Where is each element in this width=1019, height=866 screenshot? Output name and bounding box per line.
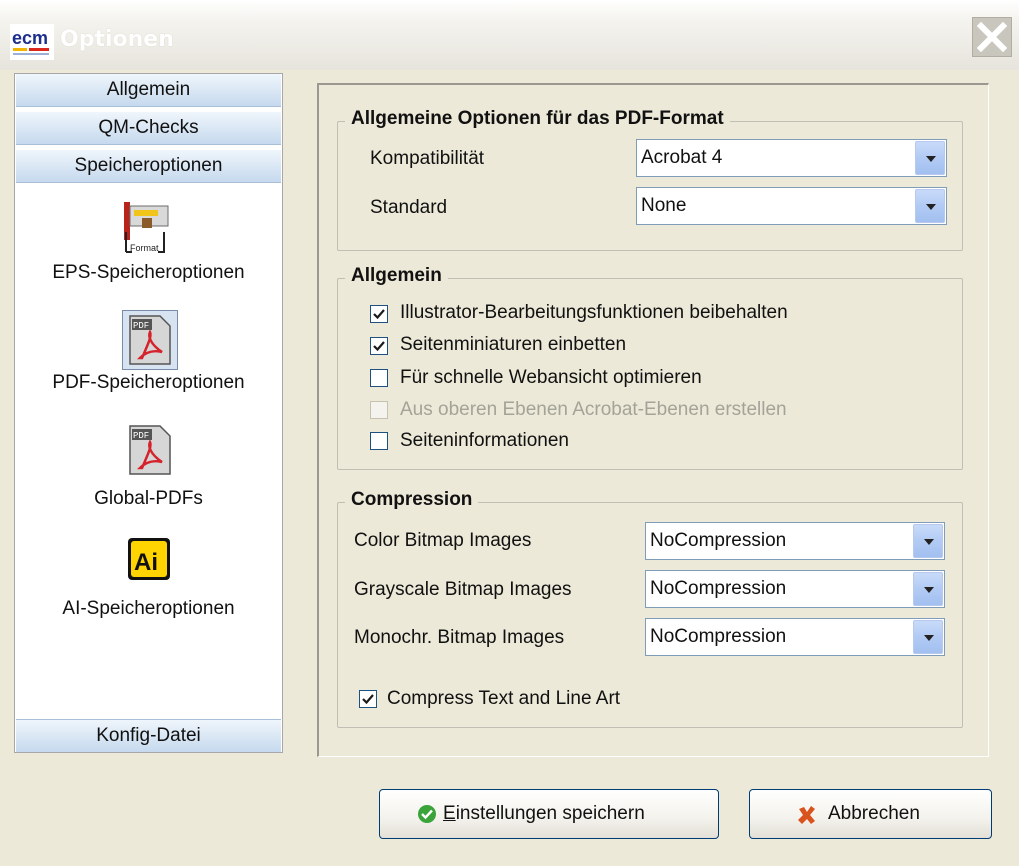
svg-text:Ai: Ai	[134, 549, 158, 576]
save-settings-button[interactable]: Einstellungen speichern	[379, 789, 719, 839]
standard-dropdown[interactable]: None	[636, 187, 947, 225]
save-settings-label: Einstellungen speichern	[443, 803, 645, 824]
standard-label: Standard	[370, 197, 448, 218]
dropdown-arrow[interactable]	[915, 189, 945, 223]
nav-tab-konfig-datei[interactable]: Konfig-Datei	[16, 719, 281, 752]
standard-value: None	[641, 195, 687, 216]
dropdown-arrow[interactable]	[915, 141, 945, 175]
color-bitmap-value: NoCompression	[650, 530, 787, 551]
page-info-checkbox[interactable]	[370, 432, 388, 450]
grayscale-bitmap-value: NoCompression	[650, 578, 787, 599]
svg-text:Format: Format	[130, 243, 159, 253]
checkbox-label: Für schnelle Webansicht optimieren	[400, 367, 702, 388]
checkmark-icon	[373, 309, 385, 320]
options-panel: Allgemeine Optionen für das PDF-Format K…	[317, 83, 989, 757]
cancel-x-icon	[798, 806, 815, 824]
compatibility-value: Acrobat 4	[641, 147, 723, 168]
svg-text:PDF: PDF	[133, 321, 149, 331]
chevron-down-icon	[924, 635, 934, 641]
cancel-button[interactable]: Abbrechen	[749, 789, 992, 839]
group-legend-compression: Compression	[345, 489, 479, 511]
checkbox-label: Seitenminiaturen einbetten	[400, 334, 627, 355]
eps-format-icon: Format	[124, 202, 169, 253]
dropdown-arrow[interactable]	[913, 620, 943, 654]
chevron-down-icon	[924, 587, 934, 593]
monochrome-bitmap-value: NoCompression	[650, 626, 787, 647]
nav-tab-allgemein[interactable]: Allgemein	[16, 74, 281, 107]
options-dialog: ecm Optionen Allgemein QM-Checks Speiche…	[0, 0, 1019, 866]
checkbox-label: Aus oberen Ebenen Acrobat-Ebenen erstell…	[400, 399, 787, 420]
options-navigation: Allgemein QM-Checks Speicheroptionen For…	[14, 73, 283, 753]
checkmark-icon	[362, 694, 374, 705]
color-bitmap-dropdown[interactable]: NoCompression	[645, 522, 945, 560]
illustrator-editing-checkbox[interactable]	[370, 305, 388, 323]
checkmark-icon	[373, 341, 385, 352]
compatibility-label: Kompatibilität	[370, 148, 485, 169]
nav-item-label: Global-PDFs	[94, 488, 203, 509]
group-legend-pdf-format: Allgemeine Optionen für das PDF-Format	[345, 108, 730, 130]
svg-text:PDF: PDF	[133, 431, 149, 441]
color-bitmap-label: Color Bitmap Images	[354, 530, 532, 551]
close-icon	[977, 22, 1007, 52]
monochrome-bitmap-dropdown[interactable]: NoCompression	[645, 618, 945, 656]
nav-item-label: PDF-Speicheroptionen	[52, 372, 245, 393]
grayscale-bitmap-dropdown[interactable]: NoCompression	[645, 570, 945, 608]
dropdown-arrow[interactable]	[913, 524, 943, 558]
title-bar[interactable]: ecm Optionen	[0, 0, 1019, 70]
svg-text:ecm: ecm	[12, 28, 48, 48]
chevron-down-icon	[926, 156, 936, 162]
pdf-document-icon: PDF	[129, 315, 171, 365]
nav-tab-qm-checks[interactable]: QM-Checks	[16, 112, 281, 145]
adobe-illustrator-icon: Ai	[128, 538, 170, 580]
dropdown-arrow[interactable]	[913, 572, 943, 606]
page-thumbnails-checkbox[interactable]	[370, 337, 388, 355]
nav-item-label: EPS-Speicheroptionen	[52, 262, 245, 283]
nav-tab-speicheroptionen[interactable]: Speicheroptionen	[16, 150, 281, 183]
window-title: Optionen	[60, 27, 174, 52]
grayscale-bitmap-label: Grayscale Bitmap Images	[354, 579, 572, 600]
fast-web-view-checkbox[interactable]	[370, 369, 388, 387]
pdf-document-icon: PDF	[129, 425, 171, 475]
chevron-down-icon	[926, 204, 936, 210]
compatibility-dropdown[interactable]: Acrobat 4	[636, 139, 947, 177]
checkmark-circle-icon	[418, 805, 436, 823]
nav-item-label: AI-Speicheroptionen	[62, 598, 235, 619]
acrobat-layers-checkbox	[370, 401, 388, 419]
ecm-logo-icon: ecm	[10, 24, 54, 60]
checkbox-label: Illustrator-Bearbeitungsfunktionen beibe…	[400, 302, 788, 323]
monochrome-bitmap-label: Monochr. Bitmap Images	[354, 627, 565, 648]
cancel-label: Abbrechen	[828, 803, 920, 824]
checkbox-label: Seiteninformationen	[400, 430, 569, 451]
compress-text-checkbox[interactable]	[359, 690, 377, 708]
chevron-down-icon	[924, 539, 934, 545]
close-button[interactable]	[972, 17, 1012, 57]
group-legend-allgemein: Allgemein	[345, 265, 448, 287]
checkbox-label: Compress Text and Line Art	[387, 688, 621, 709]
